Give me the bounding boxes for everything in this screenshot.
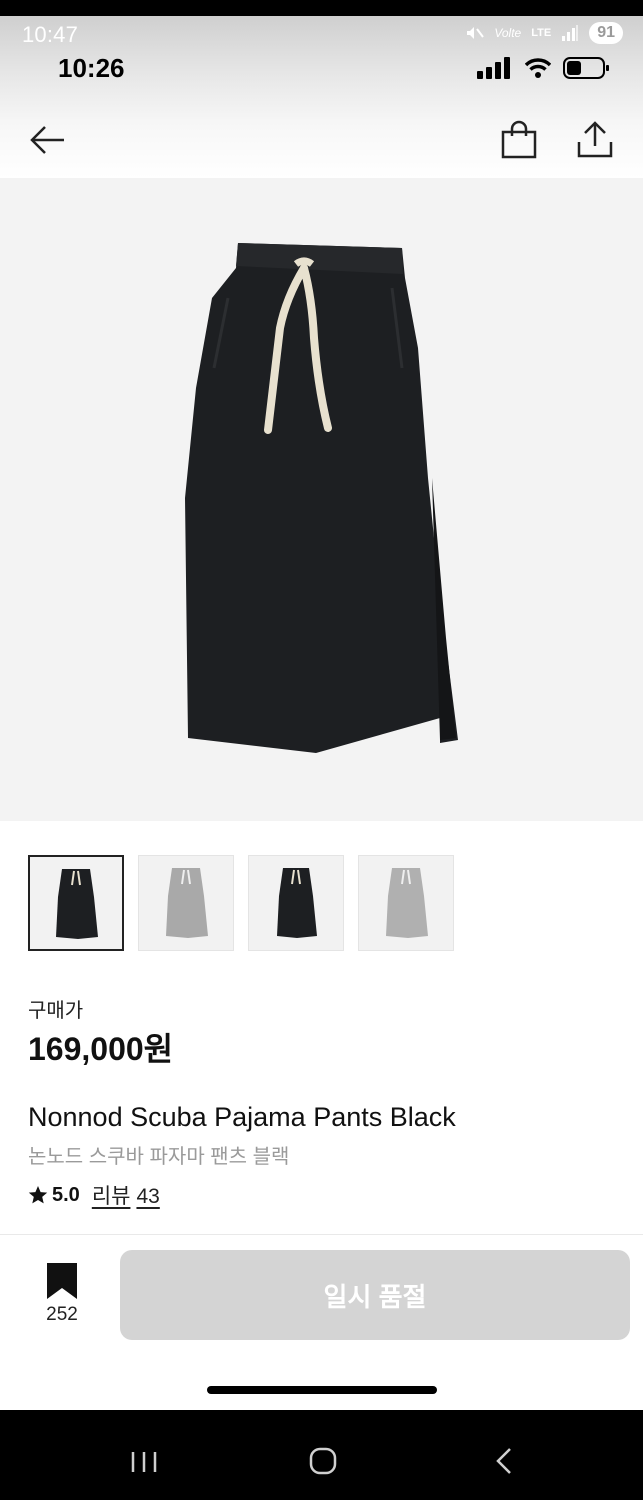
android-nav-bar: [0, 1410, 643, 1500]
pants-illustration: [185, 243, 458, 753]
thumbnail-black-2[interactable]: [248, 855, 344, 951]
soldout-button[interactable]: 일시 품절: [120, 1250, 630, 1340]
wifi-icon: [525, 58, 551, 78]
thumbnail-black-1[interactable]: [28, 855, 124, 951]
review-count: 43: [136, 1185, 160, 1208]
inner-status-time: 10:26: [58, 53, 125, 83]
review-label: 리뷰: [91, 1185, 131, 1208]
shopping-bag-icon[interactable]: [500, 120, 538, 160]
thumbnail-grey-2[interactable]: [358, 855, 454, 951]
review-link[interactable]: 리뷰 43: [92, 1180, 160, 1210]
rating-score: 5.0: [52, 1183, 80, 1206]
inner-status-icons: [477, 56, 611, 80]
back-nav-icon[interactable]: [492, 1446, 516, 1476]
share-icon[interactable]: [576, 120, 614, 160]
outer-status-time: 10:47: [22, 22, 79, 47]
outer-status-icons: Volte LTE 91: [464, 22, 623, 44]
thumbnail-strip: [28, 855, 454, 951]
mute-icon: [467, 27, 485, 39]
bookmark-icon: [47, 1263, 77, 1299]
app-header: [0, 108, 643, 172]
star-icon: [28, 1186, 48, 1204]
price-value: 169,000원: [28, 1031, 174, 1067]
arrow-left-icon[interactable]: [28, 120, 68, 160]
home-indicator[interactable]: [207, 1386, 437, 1394]
outer-battery-icon: 91: [589, 22, 623, 44]
bookmark-count: 252: [46, 1304, 78, 1325]
recents-icon[interactable]: [130, 1450, 158, 1474]
top-notch-bar: [0, 0, 643, 16]
product-name-en: Nonnod Scuba Pajama Pants Black: [28, 1102, 456, 1132]
home-icon[interactable]: [308, 1446, 338, 1476]
product-image[interactable]: [0, 178, 643, 821]
inner-signal-icon: [477, 57, 510, 79]
screen: 10:47 Volte LTE 91 10:26 구매가 169,000원 No…: [0, 0, 643, 1500]
product-name-ko: 논노드 스쿠바 파자마 팬츠 블랙: [28, 1146, 290, 1168]
rating-row: 5.0 리뷰 43: [28, 1180, 160, 1210]
lte-label: LTE: [531, 27, 552, 39]
outer-signal-icon: [562, 25, 579, 41]
volte-label: Volte: [494, 26, 522, 40]
outer-battery-level: 91: [597, 24, 615, 41]
bottom-divider: [0, 1234, 643, 1235]
inner-battery-icon: [563, 57, 609, 79]
price-label: 구매가: [28, 1000, 84, 1022]
thumbnail-grey-1[interactable]: [138, 855, 234, 951]
bookmark-button[interactable]: 252: [36, 1262, 88, 1326]
